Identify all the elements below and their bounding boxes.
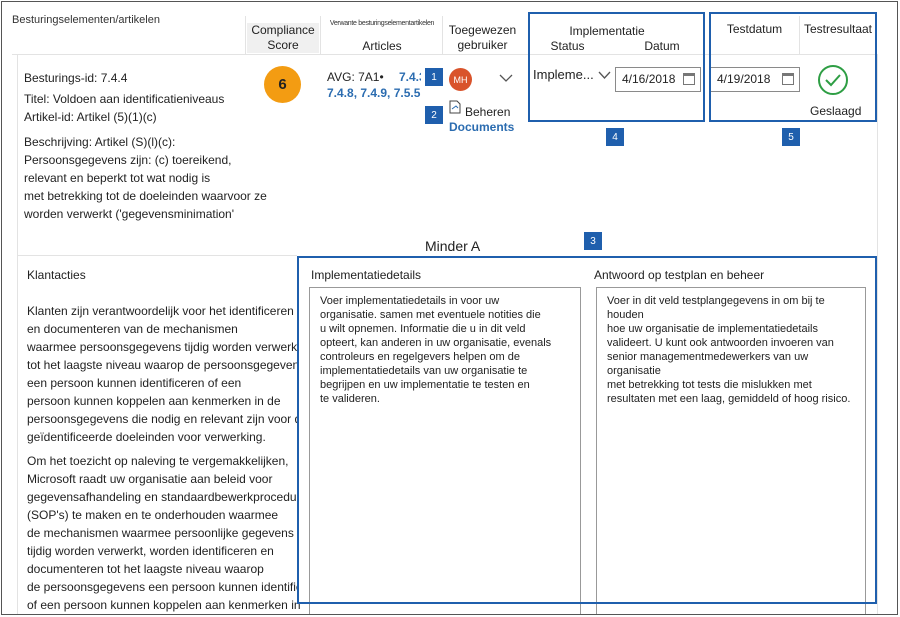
compliance-panel: Besturingselementen/artikelen Compliance… (1, 1, 898, 615)
chevron-down-icon[interactable] (499, 73, 513, 83)
test-highlight (709, 12, 877, 122)
customer-actions-title: Klantacties (27, 268, 86, 282)
document-icon (449, 100, 461, 114)
divider (245, 16, 246, 54)
header-articles: Articles (362, 39, 402, 53)
divider (442, 16, 443, 54)
control-title: Titel: Voldoen aan identificatieniveaus (24, 92, 225, 106)
divider (877, 54, 878, 614)
control-article-id: Artikel-id: Artikel (5)(1)(c) (24, 110, 157, 124)
header-compliance-score: Compliance Score (247, 23, 319, 53)
callout-3: 3 (584, 232, 602, 250)
divider (17, 54, 18, 614)
divider (320, 16, 321, 54)
customer-actions-paragraph-1: Klanten zijn verantwoordelijk voor het i… (27, 304, 308, 444)
callout-5: 5 (782, 128, 800, 146)
callout-2: 2 (425, 106, 443, 124)
avatar[interactable]: MH (449, 68, 472, 91)
header-related-controls: Verwante besturingselementartikelen (329, 20, 435, 27)
documents-link[interactable]: Documents (449, 118, 514, 136)
callout-1: 1 (425, 68, 443, 86)
control-id: Besturings-id: 7.4.4 (24, 71, 128, 85)
divider (17, 255, 297, 256)
compliance-score-badge: 6 (264, 66, 301, 103)
less-toggle[interactable]: Minder A (425, 238, 480, 254)
article-links[interactable]: 7.4.8, 7.4.9, 7.5.5 (327, 84, 420, 102)
customer-actions-paragraph-2: Om het toezicht op naleving te vergemakk… (27, 454, 326, 612)
implementation-highlight (528, 12, 705, 122)
header-controls-articles: Besturingselementen/artikelen (12, 14, 160, 26)
control-description: Beschrijving: Artikel (S)(l)(c): Persoon… (24, 135, 267, 221)
callout-4: 4 (606, 128, 624, 146)
details-highlight (297, 256, 877, 604)
header-assigned-user: Toegewezen gebruiker (448, 23, 517, 52)
